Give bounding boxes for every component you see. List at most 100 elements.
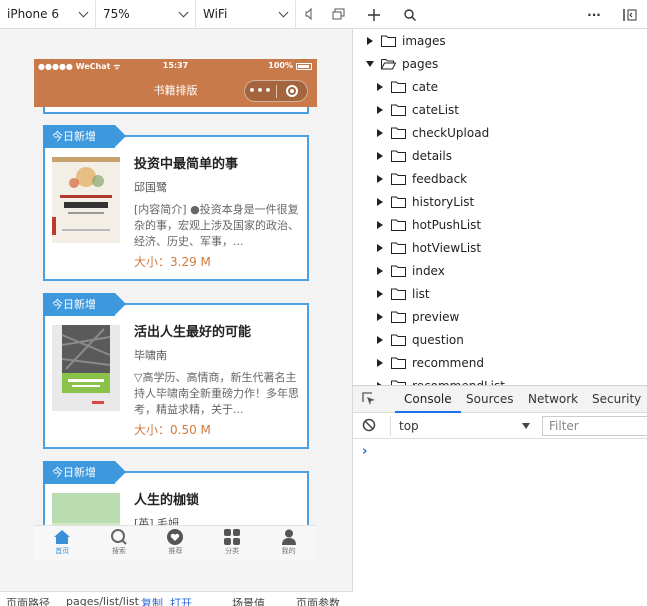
tree-item-feedback[interactable]: feedback bbox=[375, 167, 467, 190]
clear-console-button[interactable] bbox=[362, 418, 376, 435]
caret-right-icon[interactable] bbox=[375, 128, 385, 138]
caret-right-icon[interactable] bbox=[375, 82, 385, 92]
device-select-label: iPhone 6 bbox=[7, 7, 59, 21]
folder-icon bbox=[391, 311, 406, 323]
app-root: iPhone 6 75% WiFi ●●●●● WeChat ᯤ 15:37 1… bbox=[0, 0, 647, 606]
zoom-select[interactable]: 75% bbox=[96, 0, 196, 29]
tree-item-checkupload[interactable]: checkUpload bbox=[375, 121, 489, 144]
folder-icon bbox=[381, 35, 396, 47]
console-prompt[interactable]: › bbox=[362, 444, 367, 459]
tree-item-details[interactable]: details bbox=[375, 144, 452, 167]
add-file-button[interactable] bbox=[363, 0, 385, 29]
folder-icon bbox=[391, 288, 406, 300]
tab-recommend[interactable]: 推荐 bbox=[147, 526, 204, 560]
tab-security[interactable]: Security bbox=[592, 386, 641, 413]
tree-item-cate[interactable]: cate bbox=[375, 75, 438, 98]
book-cover bbox=[52, 157, 120, 243]
collapse-panel-button[interactable] bbox=[619, 0, 641, 29]
book-card[interactable]: 今日新增 活出人生最好的可能 毕啸南 ▽高学历、高情商，新生代著名主持人毕啸南全… bbox=[43, 293, 309, 449]
close-button[interactable] bbox=[277, 85, 307, 97]
nav-bar: 书籍排版 ••• bbox=[34, 74, 317, 107]
tree-item-images[interactable]: images bbox=[365, 29, 446, 52]
grid-icon bbox=[224, 529, 241, 545]
tree-item-pages[interactable]: pages bbox=[365, 52, 438, 75]
tree-item-list[interactable]: list bbox=[375, 282, 430, 305]
dropdown-arrow-icon bbox=[522, 423, 530, 429]
file-tree[interactable]: images pages cate cateList checkUpload detail… bbox=[353, 29, 647, 385]
context-label: top bbox=[399, 419, 419, 433]
book-card[interactable]: 今日新增 投资中最简单的事 邱国鹭 [内容简介] ●投资本身是一件很复杂的事，宏… bbox=[43, 125, 309, 281]
network-select[interactable]: WiFi bbox=[196, 0, 296, 29]
copy-link[interactable]: 复制 bbox=[141, 595, 163, 606]
tab-sources[interactable]: Sources bbox=[466, 386, 513, 413]
book-title: 投资中最简单的事 bbox=[134, 157, 239, 172]
book-cover bbox=[52, 493, 120, 525]
tab-search[interactable]: 搜索 bbox=[91, 526, 148, 560]
caret-right-icon[interactable] bbox=[375, 197, 385, 207]
caret-right-icon[interactable] bbox=[375, 358, 385, 368]
tab-home[interactable]: 首页 bbox=[34, 526, 91, 560]
tab-mine[interactable]: 我的 bbox=[260, 526, 317, 560]
tree-item-recommend[interactable]: recommend bbox=[375, 351, 484, 374]
caret-right-icon[interactable] bbox=[375, 243, 385, 253]
tree-item-question[interactable]: question bbox=[375, 328, 464, 351]
book-description: [内容简介] ●投资本身是一件很复杂的事，宏观上涉及国家的政治、经济、历史、军事… bbox=[134, 203, 299, 248]
folder-icon bbox=[391, 81, 406, 93]
tab-network[interactable]: Network bbox=[528, 386, 578, 413]
inspect-button[interactable] bbox=[362, 392, 376, 409]
console-filter-input[interactable]: Filter bbox=[542, 416, 647, 436]
more-button[interactable]: ••• bbox=[245, 84, 276, 98]
path-label: 页面路径 bbox=[6, 597, 50, 606]
book-author: [英] 毛姆 bbox=[134, 517, 180, 525]
tree-item-label: checkUpload bbox=[412, 125, 490, 140]
tree-item-hotviewlist[interactable]: hotViewList bbox=[375, 236, 481, 259]
chevron-down-icon bbox=[78, 7, 89, 17]
detach-button[interactable] bbox=[324, 0, 352, 29]
book-card[interactable]: 今日新增 人生的枷锁 [英] 毛姆 bbox=[43, 461, 309, 525]
caret-down-icon[interactable] bbox=[365, 59, 375, 69]
tree-item-label: hotPushList bbox=[412, 217, 482, 232]
book-size: 大小：3.29 M bbox=[134, 255, 211, 269]
caret-right-icon[interactable] bbox=[375, 151, 385, 161]
search-files-button[interactable] bbox=[399, 0, 421, 29]
book-list[interactable]: 今日新增 投资中最简单的事 邱国鹭 [内容简介] ●投资本身是一件很复杂的事，宏… bbox=[34, 107, 317, 525]
book-author: 邱国鹭 bbox=[134, 181, 167, 194]
caret-right-icon[interactable] bbox=[375, 289, 385, 299]
plus-icon bbox=[368, 8, 380, 21]
tree-item-index[interactable]: index bbox=[375, 259, 445, 282]
sidebar-collapse-icon bbox=[623, 8, 637, 21]
mute-button[interactable] bbox=[296, 0, 324, 29]
search-icon bbox=[404, 8, 416, 21]
book-cover bbox=[52, 325, 120, 411]
caret-right-icon[interactable] bbox=[365, 36, 375, 46]
tree-item-catelist[interactable]: cateList bbox=[375, 98, 459, 121]
search-icon bbox=[110, 529, 127, 545]
device-select[interactable]: iPhone 6 bbox=[0, 0, 96, 29]
tab-bar: 首页 搜索 推荐 分类 我的 bbox=[34, 525, 317, 560]
chevron-down-icon bbox=[178, 7, 189, 17]
params-label[interactable]: 页面参数 bbox=[296, 595, 340, 606]
tree-item-recommendlist[interactable]: recommendList bbox=[375, 374, 505, 385]
tree-item-preview[interactable]: preview bbox=[375, 305, 459, 328]
caret-right-icon[interactable] bbox=[375, 312, 385, 322]
caret-right-icon[interactable] bbox=[375, 105, 385, 115]
context-select[interactable]: top bbox=[390, 416, 530, 436]
caret-right-icon[interactable] bbox=[375, 335, 385, 345]
more-options-button[interactable]: ··· bbox=[583, 0, 605, 29]
path-value: pages/list/list bbox=[66, 595, 139, 606]
console-tab-strip: Console Sources Network Security bbox=[353, 385, 647, 413]
battery-icon bbox=[296, 63, 312, 70]
tree-item-historylist[interactable]: historyList bbox=[375, 190, 474, 213]
tree-item-hotpushlist[interactable]: hotPushList bbox=[375, 213, 481, 236]
tab-console[interactable]: Console bbox=[395, 386, 461, 413]
caret-right-icon[interactable] bbox=[375, 266, 385, 276]
scene-label[interactable]: 场景值 bbox=[232, 595, 265, 606]
open-link[interactable]: 打开 bbox=[170, 595, 192, 606]
folder-icon bbox=[391, 219, 406, 231]
folder-icon bbox=[391, 242, 406, 254]
caret-right-icon[interactable] bbox=[375, 220, 385, 230]
tab-category[interactable]: 分类 bbox=[204, 526, 261, 560]
caret-right-icon[interactable] bbox=[375, 174, 385, 184]
tree-item-label: preview bbox=[412, 309, 460, 324]
folder-icon bbox=[391, 173, 406, 185]
